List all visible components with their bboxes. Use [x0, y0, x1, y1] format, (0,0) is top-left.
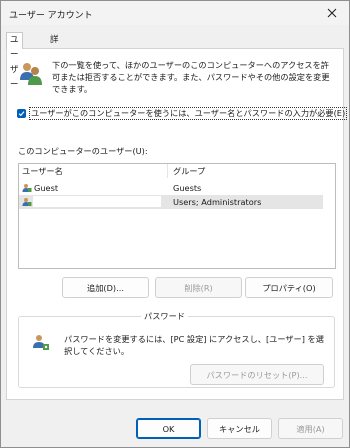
user-name-cell: Guest [22, 181, 58, 195]
user-list-header: ユーザー名 グループ [19, 164, 335, 178]
title-bar: ユーザー アカウント [1, 1, 349, 25]
table-row[interactable]: Guest Guests [19, 181, 323, 195]
column-header-username[interactable]: ユーザー名 [19, 164, 168, 178]
user-group: Guests [173, 183, 202, 193]
users-icon [20, 63, 42, 85]
user-icon [22, 198, 32, 206]
column-header-group[interactable]: グループ [170, 164, 333, 178]
user-key-icon [33, 335, 49, 350]
user-accounts-dialog: ユーザー アカウント ユーザー 詳細設定 下の一覧を使って、ほかのユーザーのこの… [0, 0, 350, 448]
require-login-checkbox[interactable] [17, 108, 26, 118]
intro-text: 下の一覧を使って、ほかのユーザーのこのコンピューターへのアクセスを許可または拒否… [52, 60, 330, 94]
user-icon [22, 184, 32, 192]
user-list[interactable]: ユーザー名 グループ Guest Guests Users; Administr… [18, 163, 336, 269]
user-name-edit[interactable] [33, 196, 161, 207]
close-button[interactable] [315, 1, 349, 25]
require-login-label[interactable]: ユーザーがこのコンピューターを使うには、ユーザー名とパスワードの入力が必要(E) [29, 106, 348, 120]
properties-button[interactable]: プロパティ(O) [245, 277, 333, 298]
apply-button[interactable]: 適用(A) [278, 418, 343, 439]
window-title: ユーザー アカウント [9, 11, 93, 21]
password-instructions: パスワードを変更するには、[PC 設定] にアクセスし、[ユーザー] を選択して… [64, 334, 324, 356]
table-row[interactable]: Users; Administrators [19, 195, 323, 209]
add-user-button[interactable]: 追加(D)... [62, 277, 149, 298]
reset-password-button[interactable]: パスワードのリセット(P)... [190, 364, 324, 385]
user-name: Guest [34, 183, 59, 193]
ok-button[interactable]: OK [136, 418, 201, 439]
require-login-row[interactable]: ユーザーがこのコンピューターを使うには、ユーザー名とパスワードの入力が必要(E) [17, 106, 348, 120]
cancel-button[interactable]: キャンセル [207, 418, 272, 439]
tab-users[interactable]: ユーザー [6, 32, 23, 90]
user-list-label: このコンピューターのユーザー(U): [18, 146, 148, 156]
user-group: Users; Administrators [173, 197, 262, 207]
users-tab-panel: 下の一覧を使って、ほかのユーザーのこのコンピューターへのアクセスを許可または拒否… [6, 48, 348, 400]
remove-user-button[interactable]: 削除(R) [155, 277, 242, 298]
checkmark-icon [18, 110, 25, 116]
password-group-title: パスワード [141, 310, 188, 322]
close-icon [327, 8, 337, 18]
tab-advanced[interactable]: 詳細設定 [47, 33, 62, 90]
